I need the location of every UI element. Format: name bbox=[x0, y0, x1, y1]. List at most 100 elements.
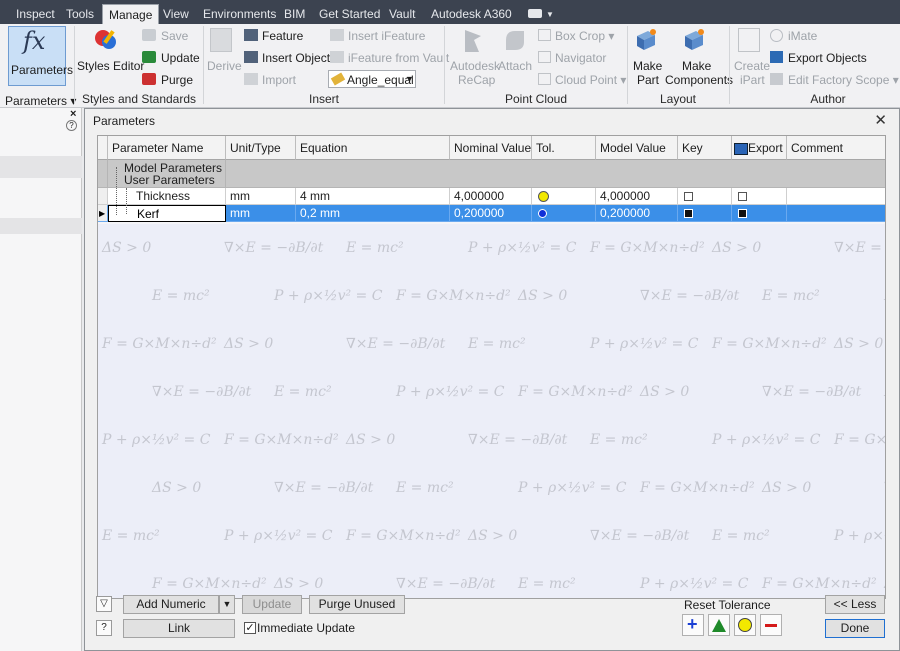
equation-cell[interactable]: 4 mm bbox=[296, 188, 450, 205]
tolerance-cell[interactable] bbox=[532, 205, 596, 222]
column-header-model-value[interactable]: Model Value bbox=[596, 136, 678, 160]
tolerance-cell[interactable] bbox=[532, 188, 596, 205]
styles-editor-button[interactable]: Styles Editor bbox=[77, 59, 144, 73]
make-components-button[interactable]: Make bbox=[682, 59, 711, 73]
ifeature-from-vault-button[interactable]: iFeature from Vault bbox=[348, 51, 449, 65]
attach-icon bbox=[502, 28, 528, 54]
equation-cell[interactable]: 0,2 mm bbox=[296, 205, 450, 222]
key-cell[interactable] bbox=[678, 188, 732, 205]
update-button[interactable]: Update bbox=[161, 51, 200, 65]
median-tolerance-button[interactable] bbox=[734, 614, 756, 636]
tab-inspect[interactable]: Inspect bbox=[16, 4, 55, 24]
key-cell[interactable] bbox=[678, 205, 732, 222]
formula-watermark: ∇×E = −∂B/∂t bbox=[640, 288, 740, 304]
formula-watermark: F = G×M×n÷d² bbox=[395, 288, 511, 304]
tab-autodesk-a360[interactable]: Autodesk A360 bbox=[431, 4, 512, 24]
import-icon bbox=[244, 73, 258, 85]
column-header-parameter-name[interactable]: Parameter Name bbox=[108, 136, 226, 160]
filter-icon[interactable]: ▽ bbox=[96, 596, 112, 612]
column-header-tol[interactable]: Tol. bbox=[532, 136, 596, 160]
attach-button[interactable]: Attach bbox=[498, 59, 532, 73]
link-button[interactable]: Link bbox=[123, 619, 235, 638]
navigator-icon bbox=[538, 51, 551, 63]
table-row-selected[interactable]: ▶ Kerf mm 0,2 mm 0,200000 0,200000 bbox=[98, 205, 885, 222]
feature-button[interactable]: Feature bbox=[262, 29, 303, 43]
formula-watermark: F = G×M×n÷d² bbox=[711, 336, 827, 352]
purge-button[interactable]: Purge bbox=[161, 73, 193, 87]
tab-environments[interactable]: Environments bbox=[203, 4, 276, 24]
formula-watermark: P + ρ×½v² = C bbox=[517, 480, 627, 496]
import-button[interactable]: Import bbox=[262, 73, 296, 87]
done-button[interactable]: Done bbox=[825, 619, 885, 638]
formula-watermark: E = mc² bbox=[345, 240, 404, 256]
edit-factory-scope-button[interactable]: Edit Factory Scope ▾ bbox=[788, 73, 899, 87]
comment-cell[interactable] bbox=[787, 205, 885, 222]
formula-watermark: P + ρ×½v² = C bbox=[711, 432, 821, 448]
tab-manage[interactable]: Manage bbox=[102, 4, 160, 24]
update-button[interactable]: Update bbox=[242, 595, 302, 614]
help-icon[interactable]: ? bbox=[96, 620, 112, 636]
parameters-group-dropdown[interactable]: Parameters ▾ bbox=[5, 94, 76, 108]
export-objects-button[interactable]: Export Objects bbox=[788, 51, 867, 65]
tab-tools[interactable]: Tools bbox=[66, 4, 94, 24]
help-icon[interactable]: ? bbox=[66, 120, 77, 131]
make-part-button[interactable]: Make bbox=[633, 59, 662, 73]
group-row-user-parameters[interactable]: User Parameters bbox=[98, 174, 885, 188]
unit-cell[interactable]: mm bbox=[226, 188, 296, 205]
insert-object-icon bbox=[244, 51, 258, 63]
column-header-comment[interactable]: Comment bbox=[787, 136, 885, 160]
add-numeric-button[interactable]: Add Numeric bbox=[123, 595, 219, 614]
derive-button[interactable]: Derive bbox=[207, 59, 242, 73]
unit-cell[interactable]: mm bbox=[226, 205, 296, 222]
insert-object-button[interactable]: Insert Object bbox=[262, 51, 330, 65]
tab-view[interactable]: View bbox=[163, 4, 189, 24]
tab-vault[interactable]: Vault bbox=[389, 4, 415, 24]
parameters-table: ΔS > 0 ∇×E = −∂B/∂t E = mc² P + ρ×½v² = C F … bbox=[97, 135, 886, 599]
export-checkbox[interactable] bbox=[738, 209, 747, 219]
formula-watermark: ∇×E = −∂B/∂t bbox=[274, 480, 374, 496]
imate-button[interactable]: iMate bbox=[788, 29, 817, 43]
key-checkbox[interactable] bbox=[684, 209, 693, 219]
formula-watermark: P + ρ×½v² = C bbox=[883, 288, 886, 304]
export-objects-icon bbox=[770, 51, 783, 63]
key-checkbox[interactable] bbox=[684, 192, 693, 202]
export-cell[interactable] bbox=[732, 188, 787, 205]
add-numeric-dropdown[interactable]: ▼ bbox=[219, 595, 235, 614]
column-header-equation[interactable]: Equation bbox=[296, 136, 450, 160]
column-header-unit[interactable]: Unit/Type bbox=[226, 136, 296, 160]
create-ipart-button[interactable]: Create bbox=[734, 59, 770, 73]
window-toggle-icon[interactable] bbox=[528, 9, 542, 18]
close-icon[interactable]: ✕ bbox=[874, 111, 887, 129]
nominal-tolerance-button[interactable] bbox=[708, 614, 730, 636]
close-icon[interactable]: × bbox=[70, 108, 76, 120]
column-header-nominal-value[interactable]: Nominal Value bbox=[450, 136, 532, 160]
immediate-update-checkbox[interactable]: ✓ bbox=[244, 622, 256, 634]
purge-unused-button[interactable]: Purge Unused bbox=[309, 595, 405, 614]
formula-watermark: ΔS > 0 bbox=[345, 432, 395, 448]
export-checkbox[interactable] bbox=[738, 192, 747, 202]
formula-watermark: ∇×E = −∂B/∂t bbox=[884, 480, 886, 496]
export-cell[interactable] bbox=[732, 205, 787, 222]
recap-button[interactable]: Autodesk bbox=[450, 59, 500, 73]
save-button[interactable]: Save bbox=[161, 29, 188, 43]
box-crop-button[interactable]: Box Crop ▾ bbox=[555, 29, 614, 43]
formula-watermark: ∇×E = −∂B/∂t bbox=[224, 240, 324, 256]
insert-ifeature-button[interactable]: Insert iFeature bbox=[348, 29, 425, 43]
parameters-button[interactable]: fx Parameters bbox=[8, 26, 73, 86]
column-header-key[interactable]: Key bbox=[678, 136, 732, 160]
navigator-button[interactable]: Navigator bbox=[555, 51, 606, 65]
tab-get-started[interactable]: Get Started bbox=[319, 4, 380, 24]
table-row[interactable]: Thickness mm 4 mm 4,000000 4,000000 bbox=[98, 188, 885, 205]
comment-cell[interactable] bbox=[787, 188, 885, 205]
column-header-export[interactable]: Export bbox=[732, 136, 787, 160]
formula-watermark: E = mc² bbox=[467, 336, 526, 352]
angle-dropdown[interactable]: Angle_equal ▼ bbox=[328, 70, 416, 88]
formula-watermark: E = mc² bbox=[589, 432, 648, 448]
chevron-down-icon[interactable]: ▼ bbox=[546, 10, 554, 19]
formula-watermark: F = G×M×n÷d² bbox=[517, 384, 633, 400]
tab-bim[interactable]: BIM bbox=[284, 4, 305, 24]
cloud-point-button[interactable]: Cloud Point ▾ bbox=[555, 73, 626, 87]
lower-tolerance-button[interactable] bbox=[760, 614, 782, 636]
less-button[interactable]: << Less bbox=[825, 595, 885, 614]
upper-tolerance-button[interactable]: + bbox=[682, 614, 704, 636]
